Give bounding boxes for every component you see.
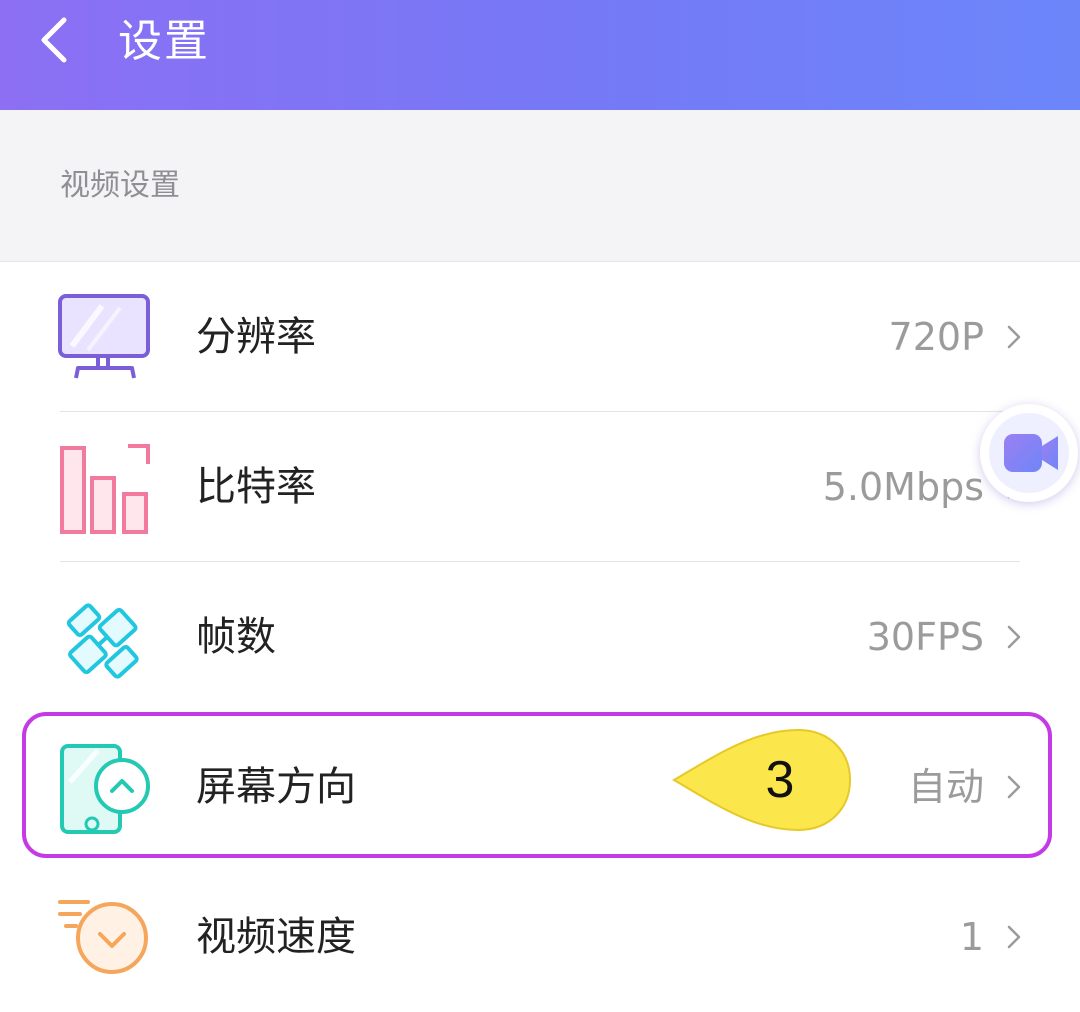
film-frames-icon	[66, 603, 139, 679]
setting-row-resolution[interactable]: 分辨率 720P	[0, 262, 1080, 412]
chevron-right-icon	[1007, 325, 1021, 349]
app-header: 设置	[0, 0, 1080, 110]
setting-label-framerate: 帧数	[196, 614, 276, 660]
setting-label-resolution: 分辨率	[196, 314, 316, 360]
setting-row-framerate[interactable]: 帧数 30FPS	[0, 562, 1080, 712]
section-label: 视频设置	[60, 168, 180, 203]
highlight-box	[22, 712, 1052, 858]
setting-value-bitrate: 5.0Mbps	[822, 465, 984, 509]
back-button[interactable]	[28, 10, 88, 70]
floating-video-button[interactable]	[980, 404, 1078, 502]
chevron-right-icon	[1007, 925, 1021, 949]
page-title: 设置	[118, 16, 210, 67]
setting-value-resolution: 720P	[888, 315, 984, 359]
setting-label-speed: 视频速度	[196, 914, 356, 960]
callout-number: 3	[765, 751, 795, 809]
monitor-icon	[58, 294, 150, 379]
section-header: 视频设置	[0, 110, 1080, 262]
setting-label-bitrate: 比特率	[196, 464, 316, 510]
speed-dial-icon	[58, 900, 148, 974]
video-camera-icon	[989, 413, 1069, 493]
bar-chart-icon	[60, 444, 150, 534]
chevron-right-icon	[1007, 625, 1021, 649]
setting-row-bitrate[interactable]: 比特率 5.0Mbps	[0, 412, 1080, 562]
setting-value-framerate: 30FPS	[866, 615, 984, 659]
setting-value-speed: 1	[959, 915, 984, 959]
chevron-left-icon	[41, 17, 67, 63]
